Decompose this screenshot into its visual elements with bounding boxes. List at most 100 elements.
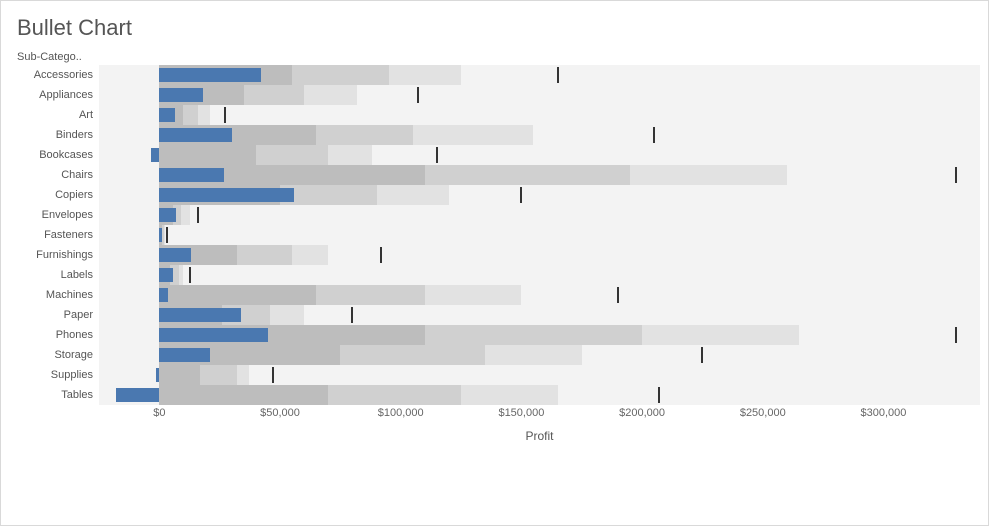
x-tick-label: $50,000 [260,407,300,419]
target-marker [351,307,353,323]
range-band-mid [292,65,389,85]
y-tick-label: Supplies [17,365,99,385]
bullet-row [99,385,980,405]
y-axis-labels: AccessoriesAppliancesArtBindersBookcases… [17,65,99,517]
range-band-high [181,205,189,225]
bullet-row [99,145,980,165]
y-tick-label: Appliances [17,85,99,105]
y-tick-label: Fasteners [17,225,99,245]
y-tick-label: Accessories [17,65,99,85]
range-band-high [179,265,184,285]
range-band-high [389,65,461,85]
range-band-mid [328,385,461,405]
bullet-row [99,185,980,205]
target-marker [224,107,226,123]
x-tick-label: $250,000 [740,407,786,419]
x-tick-label: $0 [153,407,165,419]
value-bar[interactable] [159,288,167,302]
y-tick-label: Furnishings [17,245,99,265]
y-tick-label: Phones [17,325,99,345]
target-marker [272,367,274,383]
y-tick-label: Paper [17,305,99,325]
range-band-high [292,245,328,265]
chart-title: Bullet Chart [17,15,980,41]
target-marker [557,67,559,83]
x-axis: $0$50,000$100,000$150,000$200,000$250,00… [99,405,980,423]
value-bar[interactable] [159,228,161,242]
target-marker [189,267,191,283]
value-bar[interactable] [116,388,159,402]
range-band-mid [183,105,197,125]
y-tick-label: Labels [17,265,99,285]
bullet-row [99,85,980,105]
bullet-row [99,345,980,365]
target-marker [955,327,957,343]
target-marker [380,247,382,263]
range-band-mid [237,245,293,265]
value-bar[interactable] [151,148,159,162]
bullet-row [99,305,980,325]
value-bar[interactable] [159,128,231,142]
target-marker [417,87,419,103]
chart-frame: Bullet Chart Sub-Catego.. AccessoriesApp… [0,0,989,526]
value-bar[interactable] [159,108,175,122]
x-tick-label: $300,000 [860,407,906,419]
value-bar[interactable] [159,328,268,342]
value-bar[interactable] [156,368,159,382]
x-tick-label: $100,000 [378,407,424,419]
bullet-row [99,265,980,285]
range-band-high [642,325,799,345]
range-band-mid [244,85,304,105]
y-tick-label: Copiers [17,185,99,205]
bullet-row [99,365,980,385]
x-axis-title: Profit [99,429,980,443]
range-band-high [461,385,558,405]
range-band-high [413,125,534,145]
bullet-row [99,325,980,345]
target-marker [197,207,199,223]
value-bar[interactable] [159,268,172,282]
target-marker [436,147,438,163]
range-band-low [159,365,200,385]
y-tick-label: Art [17,105,99,125]
target-marker [701,347,703,363]
plot-area[interactable] [99,65,980,405]
range-band-high [630,165,787,185]
value-bar[interactable] [159,308,241,322]
range-band-mid [425,165,630,185]
x-tick-label: $150,000 [498,407,544,419]
range-band-mid [316,285,425,305]
y-tick-label: Envelopes [17,205,99,225]
range-band-high [237,365,249,385]
range-band-low [159,145,256,165]
y-tick-label: Storage [17,345,99,365]
value-bar[interactable] [159,68,260,82]
range-band-mid [340,345,485,365]
value-bar[interactable] [159,348,210,362]
value-bar[interactable] [159,168,224,182]
target-marker [955,167,957,183]
range-band-high [198,105,210,125]
range-band-high [425,285,522,305]
bullet-row [99,225,980,245]
value-bar[interactable] [159,248,190,262]
bullet-row [99,245,980,265]
plot-wrap: $0$50,000$100,000$150,000$200,000$250,00… [99,65,980,517]
range-band-mid [280,185,377,205]
bullet-row [99,165,980,185]
y-tick-label: Tables [17,385,99,405]
target-marker [166,227,168,243]
value-bar[interactable] [159,208,176,222]
value-bar[interactable] [159,88,202,102]
range-band-mid [256,145,328,165]
target-marker [658,387,660,403]
y-tick-label: Bookcases [17,145,99,165]
target-marker [520,187,522,203]
range-band-mid [316,125,413,145]
range-band-mid [200,365,236,385]
value-bar[interactable] [159,188,294,202]
y-axis-header: Sub-Catego.. [17,51,980,63]
range-band-low [159,285,316,305]
chart-body: AccessoriesAppliancesArtBindersBookcases… [17,65,980,517]
range-band-high [485,345,582,365]
